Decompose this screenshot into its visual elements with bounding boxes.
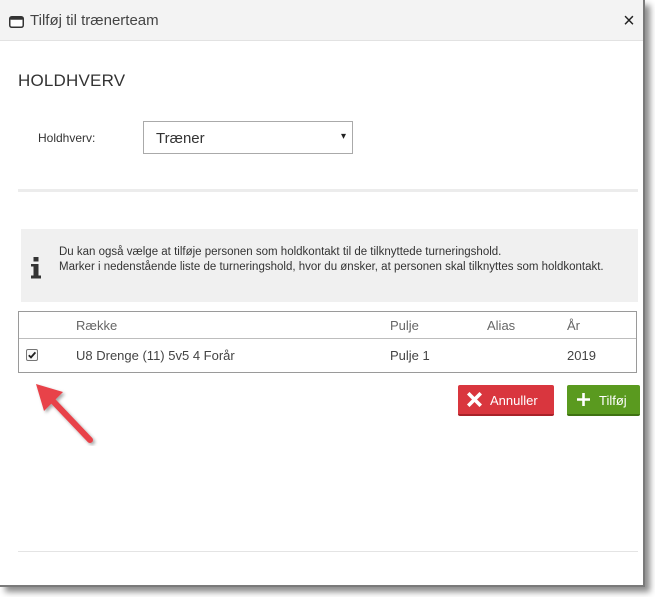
info-box: Du kan også vælge at tilføje personen so… [21, 229, 638, 302]
close-button[interactable]: × [620, 10, 638, 32]
cell-raekke: U8 Drenge (11) 5v5 4 Forår [76, 348, 235, 363]
chevron-down-icon: ▾ [340, 131, 346, 142]
column-header-pulje[interactable]: Pulje [390, 318, 419, 333]
dialog-titlebar: Tilføj til trænerteam × [0, 0, 643, 41]
footer-divider [18, 551, 638, 552]
column-header-alias[interactable]: Alias [487, 318, 515, 333]
dialog-title: Tilføj til trænerteam [30, 12, 159, 29]
cancel-button-label: Annuller [490, 393, 538, 408]
info-line-2: Marker i nedenstående liste de turnering… [59, 260, 604, 273]
turneringshold-table: Række Pulje Alias År U8 Drenge (11) 5v5 … [18, 311, 637, 373]
column-header-aar[interactable]: År [567, 318, 580, 333]
section-title: HOLDHVERV [18, 71, 126, 90]
dialog-window: Tilføj til trænerteam × HOLDHVERV Holdhv… [0, 0, 645, 587]
row-checkbox[interactable] [26, 349, 38, 361]
table-header: Række Pulje Alias År [19, 312, 636, 339]
holdhverv-label: Holdhverv: [38, 131, 96, 145]
cell-aar: 2019 [567, 348, 596, 363]
add-button[interactable]: Tilføj [567, 385, 640, 416]
plus-icon [576, 392, 591, 410]
info-icon [30, 257, 42, 284]
window-icon [9, 15, 24, 33]
info-text: Du kan også vælge at tilføje personen so… [59, 245, 629, 274]
annotation-arrow-icon [30, 378, 98, 451]
table-row[interactable]: U8 Drenge (11) 5v5 4 Forår Pulje 1 2019 [19, 339, 636, 372]
add-button-label: Tilføj [599, 393, 627, 408]
holdhverv-select[interactable]: Træner ▾ [143, 121, 353, 154]
holdhverv-select-value: Træner [156, 130, 205, 147]
times-icon [466, 391, 483, 410]
cancel-button[interactable]: Annuller [458, 385, 554, 416]
info-line-1: Du kan også vælge at tilføje personen so… [59, 246, 502, 258]
column-header-raekke[interactable]: Række [76, 318, 117, 333]
cell-pulje: Pulje 1 [390, 348, 430, 363]
section-divider [18, 189, 638, 192]
